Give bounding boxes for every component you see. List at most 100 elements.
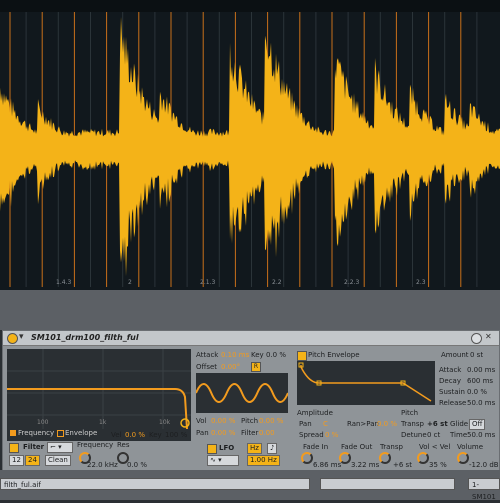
- lfo-attack-label: Attack: [196, 351, 219, 359]
- frequency-label: Frequency: [77, 441, 114, 449]
- bar-label: 2.2: [272, 279, 282, 286]
- device-power-icon[interactable]: [7, 333, 18, 344]
- waveform-display[interactable]: 1.4.3 2 2.1.3 2.2 2.2.3 2.3: [0, 0, 500, 290]
- volume-knob[interactable]: [457, 452, 469, 464]
- volume-label: Volume: [457, 443, 484, 451]
- slope-24-button[interactable]: 24: [25, 455, 40, 466]
- amp-pan-value[interactable]: C: [323, 420, 328, 428]
- pe-decay-value[interactable]: 600 ms: [467, 377, 493, 385]
- envelope-legend[interactable]: Envelope: [65, 429, 97, 437]
- lfo-attack-value[interactable]: 0.10 ms: [221, 351, 249, 359]
- file-name-field: filth_ful.aif: [0, 478, 310, 490]
- lfo-key-label: Key: [251, 351, 264, 359]
- transp-knob[interactable]: [379, 452, 391, 464]
- key-value[interactable]: 100 %: [165, 431, 187, 439]
- filter-type-select[interactable]: ⌐ ▾: [47, 442, 73, 453]
- amplitude-label: Amplitude: [297, 409, 333, 417]
- frequency-legend-icon: [10, 430, 16, 436]
- filter-graph[interactable]: 100 1k 10k Frequency Envelope: [7, 349, 191, 441]
- lfo-vol-label: Vol: [196, 417, 207, 425]
- pe-attack-label: Attack: [439, 366, 462, 374]
- fade-out-knob[interactable]: [339, 452, 351, 464]
- filter-toggle[interactable]: [9, 443, 19, 453]
- spread-value[interactable]: 0 %: [325, 431, 338, 439]
- time-label: Time: [450, 431, 468, 439]
- lfo-sync-button[interactable]: ♪: [267, 443, 278, 454]
- lfo-pitch-label: Pitch: [241, 417, 259, 425]
- transp-knob-label: Transp: [380, 443, 403, 451]
- bar-label: 2.1.3: [200, 279, 216, 286]
- vel-value[interactable]: 0.0 %: [125, 431, 145, 439]
- vol-vel-value[interactable]: 35 %: [429, 461, 447, 469]
- amount-value[interactable]: 0 st: [470, 351, 483, 359]
- lfo-rate-value[interactable]: 1.00 Hz: [247, 455, 280, 466]
- device-fold-icon[interactable]: ▾: [19, 332, 24, 342]
- lfo-filter-label: Filter: [241, 429, 259, 437]
- status-empty-field: [320, 478, 455, 490]
- bar-label: 1.4.3: [56, 279, 72, 286]
- lfo-pan-value[interactable]: 0.00 %: [211, 429, 235, 437]
- key-label: Key: [149, 431, 162, 439]
- pitch-envelope-svg: [298, 362, 432, 402]
- track-name-field[interactable]: 1-SM101: [468, 478, 500, 501]
- waveform-svg: [0, 12, 500, 287]
- pe-release-value[interactable]: 50.0 ms: [467, 399, 495, 407]
- fade-out-value[interactable]: 3.22 ms: [351, 461, 379, 469]
- lfo-hz-button[interactable]: Hz: [247, 443, 262, 454]
- pe-sustain-value[interactable]: 0.0 %: [467, 388, 487, 396]
- lfo-key-value[interactable]: 0.0 %: [266, 351, 286, 359]
- vol-vel-label: Vol < Vel: [419, 443, 451, 451]
- detune-value[interactable]: 0 ct: [427, 431, 440, 439]
- res-label: Res: [117, 441, 130, 449]
- fade-in-value[interactable]: 6.86 ms: [313, 461, 341, 469]
- volume-value[interactable]: -12.0 dB: [469, 461, 499, 469]
- time-value[interactable]: 50.0 ms: [467, 431, 495, 439]
- empty-track-area: [0, 290, 500, 330]
- transp-label: Transp: [401, 420, 424, 428]
- transp-knob-value[interactable]: +6 st: [393, 461, 412, 469]
- spread-label: Spread: [299, 431, 324, 439]
- lfo-vol-value[interactable]: 0.00 %: [211, 417, 235, 425]
- fade-out-label: Fade Out: [341, 443, 373, 451]
- vol-vel-knob[interactable]: [417, 452, 429, 464]
- freq-label: 10k: [159, 419, 171, 426]
- ranpan-label: Ran>Pan: [347, 420, 379, 428]
- pitch-envelope-graph[interactable]: [297, 361, 435, 405]
- lfo-waveform-display: [195, 373, 289, 413]
- circuit-select[interactable]: Clean: [45, 455, 71, 466]
- bar-label: 2.3: [416, 279, 426, 286]
- bar-label: 2.2.3: [344, 279, 360, 286]
- ranpan-value[interactable]: 0.0 %: [377, 420, 397, 428]
- lfo-toggle[interactable]: [207, 444, 217, 454]
- frequency-value[interactable]: 22.0 kHz: [87, 461, 118, 469]
- lfo-retrigger-button[interactable]: R: [251, 362, 261, 372]
- lfo-offset-label: Offset: [196, 363, 218, 371]
- pe-release-label: Release: [439, 399, 467, 407]
- frequency-legend[interactable]: Frequency: [18, 429, 54, 437]
- detune-label: Detune: [401, 431, 427, 439]
- status-bar: filth_ful.aif 1-SM101: [0, 470, 500, 501]
- pitch-envelope-toggle[interactable]: [297, 351, 307, 361]
- envelope-legend-icon: [57, 430, 64, 437]
- pitch-section-label: Pitch: [401, 409, 419, 417]
- glide-label: Glide: [450, 420, 469, 428]
- fade-in-knob[interactable]: [301, 452, 313, 464]
- lfo-pitch-value[interactable]: 0.00 %: [259, 417, 283, 425]
- freq-label: 1k: [99, 419, 107, 426]
- lfo-offset-value[interactable]: 0.00°: [221, 363, 240, 371]
- res-value[interactable]: 0.0 %: [127, 461, 147, 469]
- bar-label: 2: [128, 279, 132, 286]
- transp-value[interactable]: +6 st: [427, 420, 448, 428]
- close-icon[interactable]: ✕: [485, 332, 492, 341]
- filter-label: Filter: [23, 443, 45, 451]
- pe-sustain-label: Sustain: [439, 388, 465, 396]
- waveform-ruler[interactable]: [0, 0, 500, 12]
- slope-12-button[interactable]: 12: [9, 455, 24, 466]
- lfo-filter-value[interactable]: 0.00: [259, 429, 275, 437]
- lfo-label: LFO: [219, 444, 235, 452]
- lfo-shape-select[interactable]: ∿ ▾: [207, 455, 239, 466]
- vel-label: Vel: [111, 431, 122, 439]
- pe-attack-value[interactable]: 0.00 ms: [467, 366, 495, 374]
- glide-select[interactable]: Off: [469, 419, 486, 430]
- save-preset-icon[interactable]: [471, 333, 482, 344]
